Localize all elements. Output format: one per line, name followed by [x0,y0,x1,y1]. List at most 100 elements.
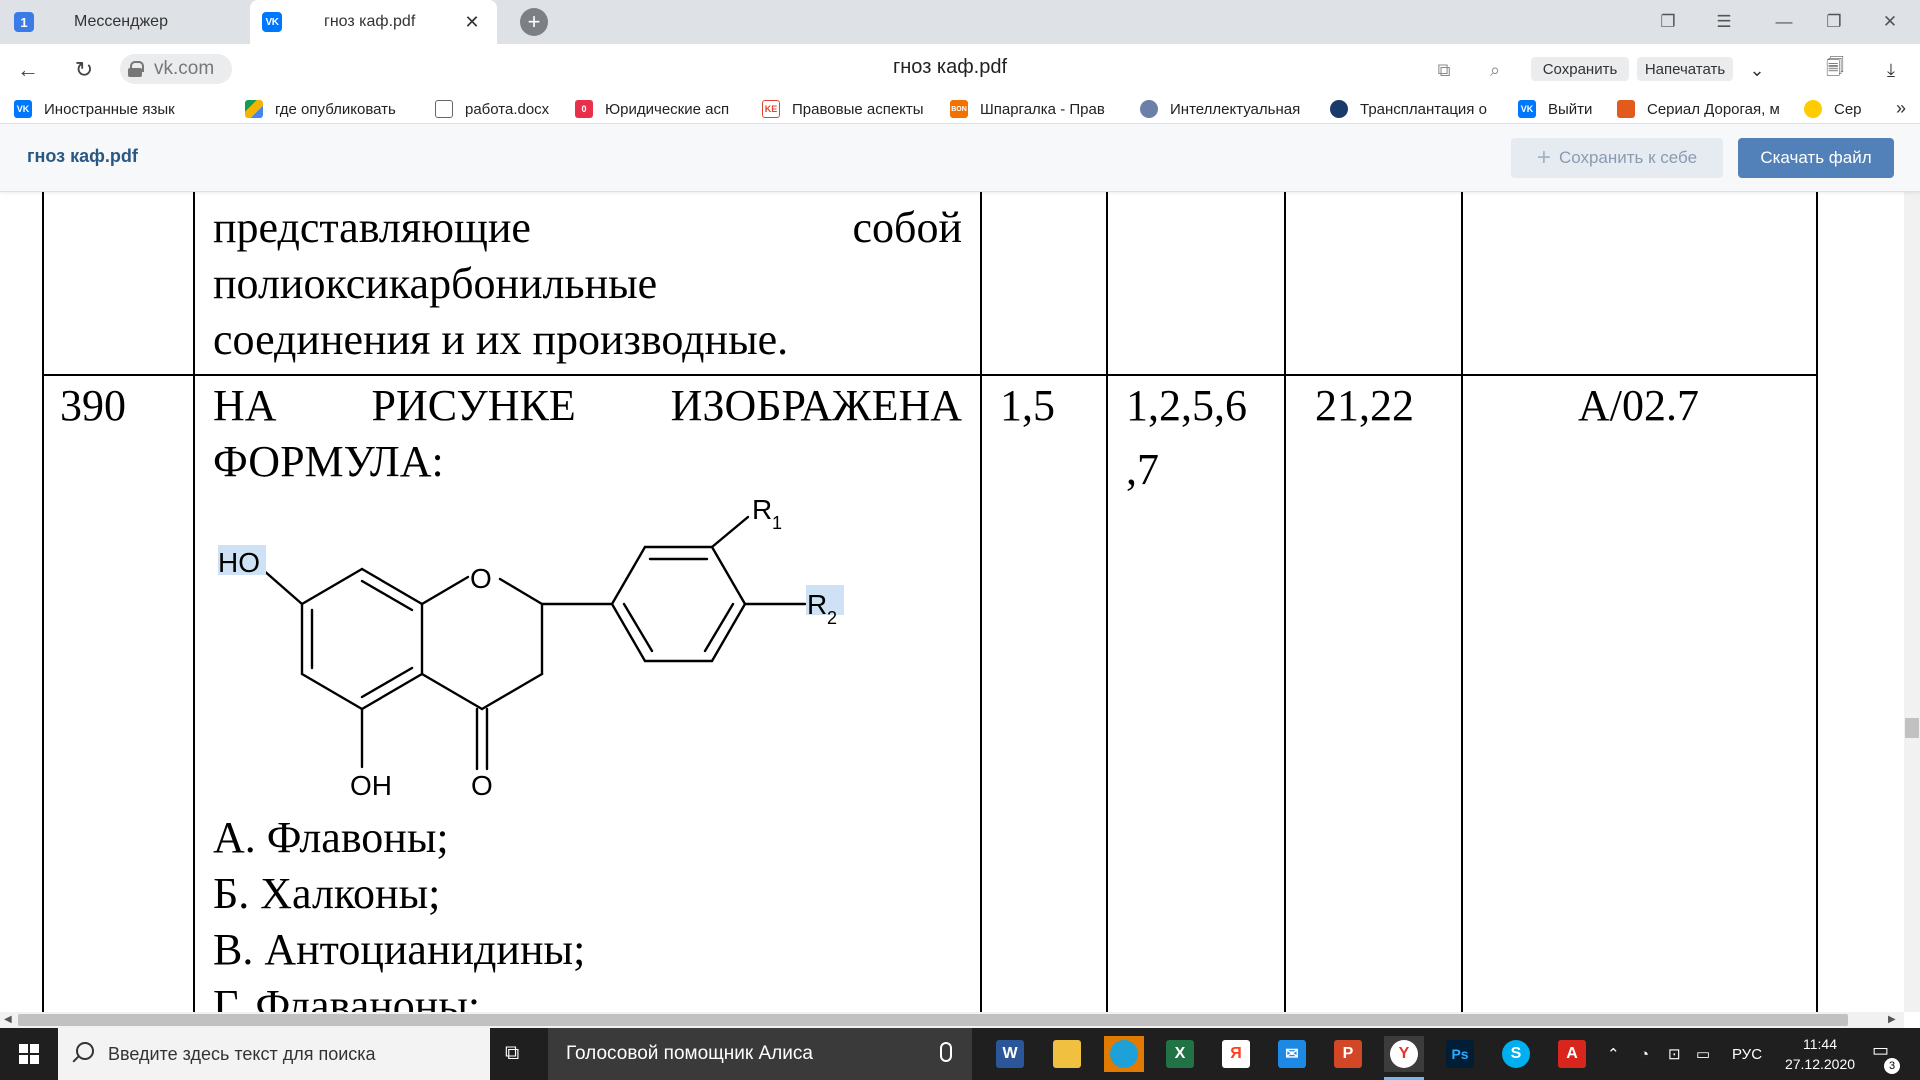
bookmark-label: Выйти [1548,100,1593,118]
table-border [42,374,1818,376]
table-border [193,192,195,1012]
document-icon [435,100,453,118]
save-to-me-button[interactable]: + Сохранить к себе [1511,138,1723,178]
network-icon[interactable]: ◔ [1640,1028,1649,1080]
restore-icon[interactable]: ❐ [1814,0,1854,44]
url-text: vk.com [154,58,215,79]
copy-icon[interactable]: ⧉ [1431,57,1457,83]
fox-icon [1617,100,1635,118]
formula-label: 1 [772,513,782,533]
bookmark-item[interactable]: VK Выйти [1518,98,1618,120]
bookmark-item[interactable]: VK Иностранные язык [14,98,224,120]
scroll-left-icon[interactable]: ◀ [4,1014,12,1025]
back-arrow-icon[interactable]: ← [12,54,44,86]
save-to-me-label: Сохранить к себе [1558,148,1698,167]
flavanone-structure: R 1 R 2 HO O OH O [218,494,844,801]
mail-app[interactable]: ✉ [1272,1036,1312,1072]
bookmark-item[interactable]: 0 Юридические асп [575,98,740,120]
vertical-scroll-thumb[interactable] [1905,718,1919,738]
bookmark-item[interactable]: работа.docx [435,98,565,120]
table-cell-text: полиоксикарбонильные [213,259,658,308]
language-indicator[interactable]: РУС [1732,1028,1762,1080]
task-view-icon[interactable]: ⧉ [505,1042,533,1066]
table-cell-text: 1,2,5,6 [1126,381,1247,430]
drive-icon [245,100,263,118]
battery-icon[interactable]: ▭ [1696,1028,1710,1080]
powerpoint-icon: P [1334,1040,1362,1068]
taskbar-search[interactable]: Введите здесь текст для поиска [58,1028,490,1080]
vk-icon: VK [1518,100,1536,118]
search-placeholder: Введите здесь текст для поиска [108,1043,376,1064]
question-text: НА РИСУНКЕ ИЗОБРАЖЕНА [213,381,962,430]
bookmark-item[interactable]: Трансплантация о [1330,98,1500,120]
zoom-icon[interactable]: ⌕ [1482,57,1508,83]
bookmark-item[interactable]: BON Шпаргалка - Прав [950,98,1120,120]
table-cell-text: представляющие собой [213,203,962,252]
bookmark-item[interactable]: KE Правовые аспекты [762,98,932,120]
bookmark-item[interactable]: Сер [1804,98,1878,120]
skype-app[interactable]: S [1496,1036,1536,1072]
start-button[interactable] [0,1028,58,1080]
tray-chevron-icon[interactable]: ⌃ [1607,1028,1620,1080]
horizontal-scroll-thumb[interactable] [18,1014,1848,1026]
url-field[interactable]: vk.com [120,54,232,84]
alice-voice-assistant[interactable]: Голосовой помощник Алиса [548,1028,972,1080]
vertical-scrollbar[interactable] [1904,192,1920,1012]
acrobat-app[interactable]: A [1552,1036,1592,1072]
answer-option: В. Антоцианидины; [213,925,586,974]
bookmark-label: Трансплантация о [1360,100,1487,118]
download-icon[interactable]: ⤓ [1878,57,1904,83]
word-app[interactable]: W [990,1036,1030,1072]
minimize-icon[interactable]: — [1764,0,1804,44]
download-file-button[interactable]: Скачать файл [1738,138,1894,178]
menu-icon[interactable]: ☰ [1704,0,1744,44]
yandex-browser-app[interactable]: Y [1384,1036,1424,1080]
pdf-viewer[interactable]: представляющие собой полиоксикарбонильны… [0,192,1904,1012]
print-button[interactable]: Напечатать [1637,57,1733,81]
bookmark-item[interactable]: Сериал Дорогая, м [1617,98,1785,120]
bookmark-item[interactable]: Интеллектуальная [1140,98,1310,120]
chevron-down-icon[interactable]: ⌄ [1744,57,1770,83]
collections-icon[interactable]: ❐ [1648,0,1688,44]
device-icon[interactable]: ⊡ [1668,1028,1681,1080]
tab-pdf[interactable]: VK гноз каф.pdf ✕ [250,0,497,44]
bookmark-item[interactable]: где опубликовать [245,98,405,120]
acrobat-icon: A [1558,1040,1586,1068]
close-tab-icon[interactable]: ✕ [461,11,483,33]
moon-icon [1330,100,1348,118]
yandex-icon [1804,100,1822,118]
word-icon: W [996,1040,1024,1068]
reload-icon[interactable]: ↻ [68,54,100,86]
table-border [42,192,44,1012]
excel-app[interactable]: X [1160,1036,1200,1072]
new-tab-button[interactable]: + [520,8,548,36]
row-number: 390 [60,381,126,430]
bookmarks-icon[interactable]: 🗐 [1822,57,1848,83]
close-window-icon[interactable]: ✕ [1870,0,1910,44]
explorer-app[interactable] [1047,1036,1087,1072]
photoshop-app[interactable]: Ps [1440,1036,1480,1072]
skype-icon: S [1502,1040,1530,1068]
microphone-icon [940,1042,952,1062]
yandex-app[interactable]: Я [1216,1036,1256,1072]
formula-label: R [752,494,772,525]
page-title: гноз каф.pdf [892,56,1008,78]
save-button[interactable]: Сохранить [1531,57,1629,81]
scroll-right-icon[interactable]: ▶ [1888,1014,1896,1025]
edge-app[interactable] [1104,1036,1144,1072]
tab-messenger[interactable]: 1 Мессенджер [0,0,250,44]
table-cell-text: 1,5 [1000,381,1055,430]
photoshop-icon: Ps [1446,1040,1474,1068]
powerpoint-app[interactable]: P [1328,1036,1368,1072]
bookmark-label: Сер [1834,100,1862,118]
system-clock[interactable]: 11:44 27.12.2020 [1780,1034,1860,1074]
document-header: гноз каф.pdf + Сохранить к себе Скачать … [0,124,1920,192]
bookmark-label: Юридические асп [605,100,730,118]
taskbar: Введите здесь текст для поиска ⧉ Голосов… [0,1028,1920,1080]
formula-label: HO [218,547,260,578]
table-border [1284,192,1286,1012]
excel-icon: X [1166,1040,1194,1068]
more-bookmarks-icon[interactable]: » [1896,98,1906,119]
globe-icon [1140,100,1158,118]
formula-label: OH [350,770,392,801]
